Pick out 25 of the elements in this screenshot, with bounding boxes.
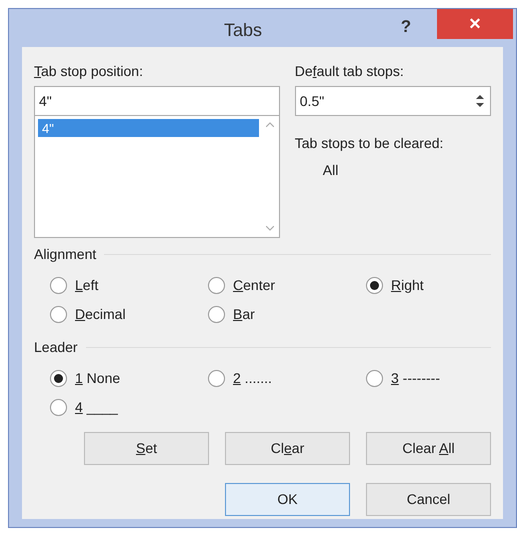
- action-button[interactable]: Clear: [225, 432, 350, 465]
- radio-button[interactable]: 2 .......: [208, 368, 358, 389]
- dialog-button[interactable]: Cancel: [366, 483, 491, 516]
- dialog-button[interactable]: OK: [225, 483, 350, 516]
- radio-button[interactable]: Bar: [208, 304, 358, 325]
- cleared-value: All: [322, 161, 340, 180]
- tab-stop-input[interactable]: 4": [34, 86, 280, 116]
- radio-button[interactable]: Left: [50, 275, 200, 296]
- field-label: Default tab stops:: [294, 62, 405, 81]
- cleared-label: Tab stops to be cleared:: [294, 134, 444, 153]
- group-title: Leader: [34, 338, 78, 357]
- group-title: Alignment: [34, 245, 96, 264]
- radio-button[interactable]: Decimal: [50, 304, 200, 325]
- radio-button[interactable]: 3 --------: [366, 368, 516, 389]
- default-tab-stops-spinner[interactable]: 0.5": [294, 86, 491, 116]
- action-button[interactable]: Set: [84, 432, 209, 465]
- radio-button[interactable]: 4 ____: [50, 397, 200, 418]
- radio-button[interactable]: Center: [208, 275, 358, 296]
- radio-button[interactable]: 1 None: [50, 368, 200, 389]
- radio-button[interactable]: Right: [366, 275, 516, 296]
- field-label: Tab stop position:: [34, 62, 144, 81]
- window-title: Tabs: [224, 19, 262, 42]
- action-button[interactable]: Clear All: [366, 432, 491, 465]
- help-button[interactable]: ?: [391, 13, 421, 41]
- close-button[interactable]: ×: [437, 9, 513, 39]
